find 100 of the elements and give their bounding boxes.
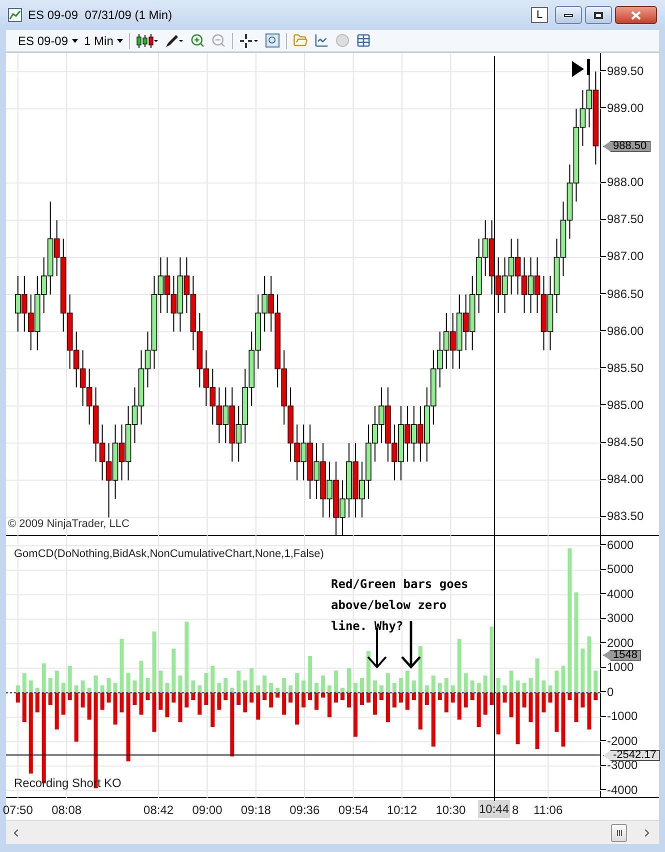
annotation-text: Red/Green bars goes above/below zero line. Why? — [331, 576, 470, 635]
bar — [424, 692, 429, 705]
bar — [256, 685, 260, 693]
candlestick — [300, 424, 306, 481]
time-axis-label: 09:54 — [338, 802, 368, 819]
bar — [217, 692, 222, 710]
instrument-dropdown[interactable]: ES 09-09 — [18, 32, 78, 50]
axis-tick-label: -3000 — [607, 759, 638, 772]
line-chart-icon[interactable] — [314, 33, 330, 48]
bar — [366, 692, 370, 703]
bar — [16, 692, 20, 703]
bar — [210, 692, 215, 727]
bar — [224, 678, 228, 693]
bar — [347, 668, 351, 693]
bar — [22, 673, 26, 693]
properties-icon[interactable] — [265, 33, 280, 48]
bar — [587, 636, 592, 693]
candlestick — [314, 442, 320, 500]
axis-tick-label: -4000 — [607, 784, 638, 796]
bar — [236, 692, 241, 705]
crosshair-icon[interactable] — [239, 32, 260, 48]
bar — [398, 692, 403, 703]
bar — [535, 692, 540, 750]
bar — [295, 692, 300, 725]
scrollbar-thumb[interactable] — [611, 824, 627, 842]
bar — [516, 680, 520, 693]
axis-tick-label: 0 — [607, 686, 614, 698]
bar — [321, 676, 326, 693]
bar — [106, 692, 111, 703]
table-icon[interactable] — [356, 33, 372, 48]
bar — [184, 622, 189, 693]
candlestick-icon[interactable] — [136, 32, 158, 48]
bar — [243, 692, 248, 712]
bar — [490, 692, 494, 705]
bar — [54, 692, 59, 730]
bar — [496, 678, 500, 693]
bar — [405, 692, 410, 710]
bar — [276, 692, 280, 698]
bar — [418, 646, 422, 693]
bar — [372, 680, 377, 693]
candlestick — [411, 405, 417, 462]
axis-tick-label: 985.00 — [607, 398, 644, 411]
bar — [54, 670, 59, 693]
bar — [561, 666, 566, 693]
minimize-button[interactable] — [555, 6, 582, 24]
time-axis-label: 8 — [512, 802, 519, 819]
bar — [528, 692, 533, 722]
bar — [132, 680, 137, 693]
pin-button[interactable]: L — [531, 7, 548, 23]
bar — [386, 673, 390, 693]
crosshair-time-label: 10:44 — [478, 800, 510, 818]
time-axis-label: 09:00 — [192, 802, 222, 819]
pencil-icon[interactable] — [164, 32, 184, 48]
axis-tick-label: 985.50 — [607, 362, 644, 374]
zoom-in-icon[interactable] — [190, 33, 206, 48]
bar — [450, 692, 455, 703]
bar — [100, 692, 104, 710]
horizontal-scrollbar[interactable] — [6, 820, 659, 844]
chart-window-icon — [8, 8, 22, 22]
bar — [250, 668, 254, 693]
bar — [100, 685, 104, 693]
bar — [28, 680, 33, 693]
bar — [431, 692, 436, 747]
indicator-title: GomCD(DoNothing,BidAsk,NonCumulativeChart,None,1,False) — [14, 547, 324, 562]
level-tag: -2542.17 — [603, 750, 660, 761]
bar — [334, 670, 338, 693]
bar — [146, 678, 150, 693]
time-axis-label: 09:36 — [290, 802, 320, 819]
axis-tick-label: 983.50 — [607, 510, 644, 522]
maximize-button[interactable] — [585, 6, 612, 24]
close-button[interactable] — [615, 6, 657, 24]
bar — [457, 692, 462, 720]
bar — [106, 678, 111, 693]
bar — [334, 692, 338, 703]
bar — [554, 670, 559, 693]
bar — [204, 692, 208, 705]
bar — [450, 685, 455, 693]
axis-tick-label: 3000 — [607, 612, 634, 624]
bar — [35, 692, 40, 712]
bar — [476, 692, 481, 727]
axis-tick-label: 1000 — [607, 661, 634, 674]
bar — [61, 682, 66, 693]
bar — [217, 682, 222, 693]
bar — [528, 678, 533, 693]
bar — [321, 692, 326, 698]
bar — [172, 692, 176, 703]
bar — [424, 685, 429, 693]
bar — [68, 692, 72, 700]
bar — [464, 673, 468, 693]
bar — [353, 692, 358, 737]
bar — [386, 692, 390, 722]
bar — [191, 692, 196, 700]
bar — [587, 692, 592, 730]
value-tag: 1548 — [603, 650, 642, 661]
interval-dropdown[interactable]: 1 Min — [84, 32, 124, 50]
axis-tick-label: 6000 — [607, 538, 634, 551]
last-price-tag: 988.50 — [603, 140, 651, 152]
bar — [113, 682, 118, 693]
bar — [302, 692, 306, 708]
bar — [224, 692, 228, 700]
